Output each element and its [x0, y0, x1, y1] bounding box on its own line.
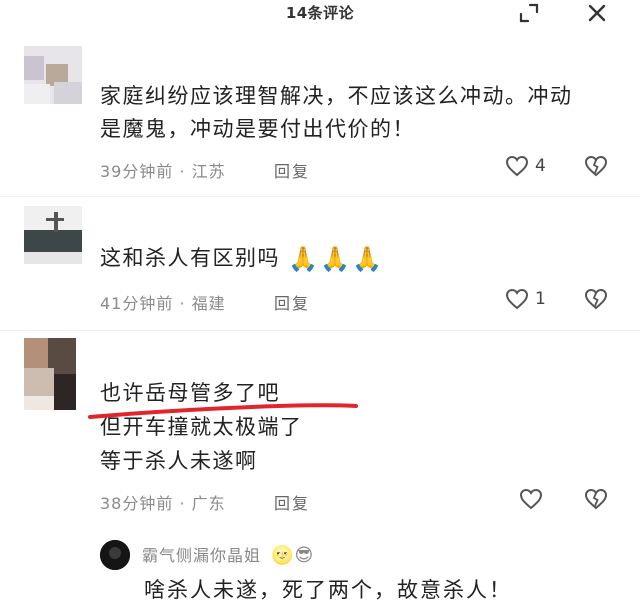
expand-button[interactable]	[514, 0, 544, 26]
dislike-button[interactable]	[584, 288, 608, 314]
comment-item: 也许岳母管多了吧 但开车撞就太极端了 等于杀人未遂啊 38分钟前 · 广东 回复	[0, 334, 640, 524]
red-underline-annotation	[88, 403, 358, 419]
comment-meta: 38分钟前 · 广东	[100, 490, 226, 514]
expand-icon	[519, 3, 539, 23]
avatar-image	[24, 338, 76, 410]
close-icon	[588, 4, 606, 22]
reply-username-text: 霸气侧漏你晶姐	[142, 546, 262, 565]
comment-time: 41分钟前	[100, 294, 174, 313]
comment-text-line: 是魔鬼，冲动是要付出代价的！	[100, 117, 415, 141]
like-button[interactable]	[519, 488, 549, 510]
comment-time: 39分钟前	[100, 162, 174, 181]
nested-reply[interactable]: 霸气侧漏你晶姐 🌝😎 啥杀人未遂，死了两个，故意杀人！	[100, 528, 620, 602]
reply-avatar-image	[100, 540, 130, 570]
reply-button[interactable]: 回复	[274, 158, 310, 182]
comment-text-line: 这和杀人有区别吗	[100, 246, 280, 270]
comment-location: 江苏	[191, 162, 226, 181]
pray-emoji-group: 🙏🙏🙏	[288, 245, 384, 273]
reply-avatar[interactable]	[100, 540, 130, 570]
reply-text: 啥杀人未遂，死了两个，故意杀人！	[144, 578, 512, 602]
comment-text: 家庭纠纷应该理智解决，不应该这么冲动。冲动 是魔鬼，冲动是要付出代价的！	[100, 80, 620, 146]
comment-meta: 39分钟前 · 江苏	[100, 158, 226, 182]
comment-meta: 41分钟前 · 福建	[100, 290, 226, 314]
avatar[interactable]	[24, 46, 82, 104]
comment-text-line: 家庭纠纷应该理智解决，不应该这么冲动。冲动	[100, 84, 573, 108]
broken-heart-icon	[584, 488, 608, 510]
divider	[0, 330, 640, 331]
close-button[interactable]	[582, 0, 612, 26]
reply-button[interactable]: 回复	[274, 490, 310, 514]
meta-separator: ·	[179, 162, 192, 181]
comment-text: 这和杀人有区别吗 🙏🙏🙏	[100, 242, 620, 276]
like-button[interactable]: 4	[505, 155, 546, 177]
broken-heart-icon	[584, 288, 608, 310]
comment-count-title: 14条评论	[285, 4, 355, 22]
comments-header: 14条评论	[0, 0, 640, 32]
reply-username-emojis: 🌝😎	[271, 545, 315, 566]
meta-separator: ·	[179, 494, 192, 513]
broken-heart-icon	[584, 155, 608, 177]
heart-icon	[505, 288, 529, 310]
like-count: 1	[535, 289, 546, 309]
comment-location: 福建	[191, 294, 226, 313]
heart-icon	[505, 155, 529, 177]
avatar-image	[24, 46, 82, 104]
comment-time: 38分钟前	[100, 494, 174, 513]
like-count: 4	[535, 156, 546, 176]
meta-separator: ·	[179, 294, 192, 313]
avatar[interactable]	[24, 338, 76, 410]
avatar[interactable]	[24, 206, 82, 264]
divider	[0, 196, 640, 197]
like-button[interactable]: 1	[505, 288, 546, 310]
reply-username: 霸气侧漏你晶姐 🌝😎	[142, 542, 314, 566]
comment-item: 家庭纠纷应该理智解决，不应该这么冲动。冲动 是魔鬼，冲动是要付出代价的！ 39分…	[0, 40, 640, 200]
comment-text-line: 等于杀人未遂啊	[100, 449, 258, 473]
avatar-image	[24, 206, 82, 264]
heart-icon	[519, 488, 543, 510]
comment-text: 也许岳母管多了吧 但开车撞就太极端了 等于杀人未遂啊	[100, 376, 620, 478]
comment-location: 广东	[191, 494, 226, 513]
dislike-button[interactable]	[584, 155, 608, 181]
dislike-button[interactable]	[584, 488, 608, 514]
reply-button[interactable]: 回复	[274, 290, 310, 314]
comment-item: 这和杀人有区别吗 🙏🙏🙏 41分钟前 · 福建 回复 1	[0, 200, 640, 330]
